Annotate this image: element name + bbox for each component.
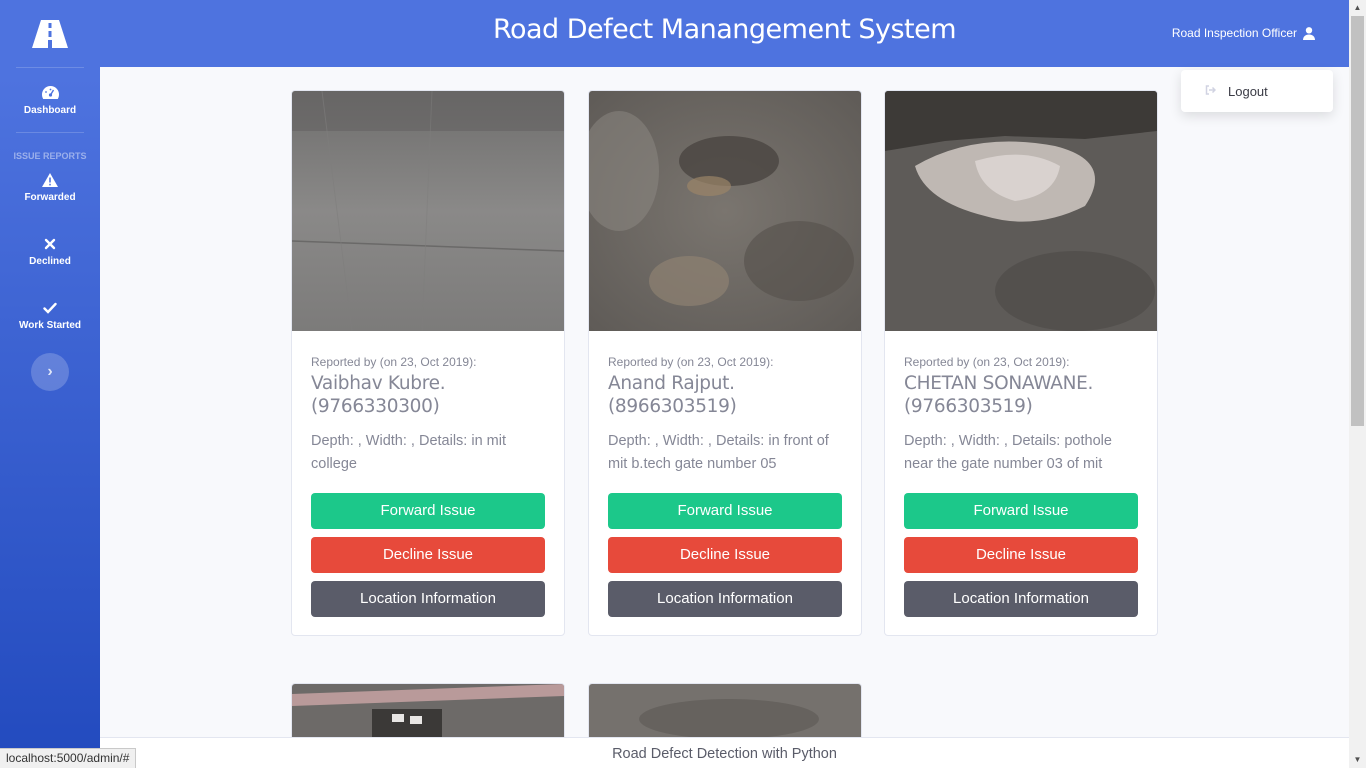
- issue-card: [588, 683, 862, 743]
- check-icon: [4, 301, 96, 317]
- issue-card: [291, 683, 565, 743]
- issue-details: Depth: , Width: , Details: in mit colleg…: [311, 433, 507, 472]
- brand-link[interactable]: [0, 0, 100, 67]
- user-name: Road Inspection Officer: [1171, 26, 1297, 40]
- forward-issue-button[interactable]: Forward Issue: [311, 493, 545, 529]
- issue-card: Reported by (on 23, Oct 2019): Vaibhav K…: [291, 90, 565, 636]
- road-photo: [292, 91, 564, 331]
- footer: Road Defect Detection with Python: [100, 737, 1349, 768]
- user-icon: [1303, 26, 1315, 40]
- location-information-button[interactable]: Location Information: [311, 581, 545, 617]
- forward-issue-button[interactable]: Forward Issue: [608, 493, 842, 529]
- sidebar: Dashboard ISSUE REPORTS Forwarded Declin…: [0, 0, 100, 768]
- sidebar-item-label: Dashboard: [23, 105, 77, 116]
- sidebar-item-label: Forwarded: [24, 192, 76, 203]
- app-title: Road Defect Manangement System: [492, 14, 957, 45]
- road-photo: [885, 91, 1157, 331]
- sidebar-toggle-button[interactable]: ›: [31, 353, 69, 391]
- sidebar-item-dashboard[interactable]: Dashboard: [0, 68, 100, 124]
- decline-issue-button[interactable]: Decline Issue: [311, 537, 545, 573]
- issue-details: Depth: , Width: , Details: in front of m…: [608, 433, 829, 472]
- sidebar-item-label: Work Started: [18, 320, 82, 331]
- road-photo: [589, 684, 861, 742]
- road-icon: [32, 19, 68, 48]
- reported-by-label: Reported by (on 23, Oct 2019):: [608, 355, 774, 369]
- decline-issue-button[interactable]: Decline Issue: [608, 537, 842, 573]
- issue-card: Reported by (on 23, Oct 2019): CHETAN SO…: [884, 90, 1158, 636]
- scroll-down-arrow-icon[interactable]: ▼: [1349, 752, 1366, 768]
- location-information-button[interactable]: Location Information: [904, 581, 1138, 617]
- tachometer-icon: [4, 86, 96, 102]
- reporter-phone: (9766330300): [311, 396, 440, 417]
- sidebar-item-label: Declined: [29, 256, 71, 267]
- road-photo: [292, 684, 564, 742]
- scrollbar-thumb[interactable]: [1351, 16, 1364, 426]
- sign-out-icon: [1205, 84, 1217, 98]
- reporter-name: CHETAN SONAWANE.: [904, 373, 1094, 394]
- topbar: Road Defect Manangement System Road Insp…: [100, 0, 1349, 67]
- reporter-phone: (8966303519): [608, 396, 737, 417]
- issue-card: Reported by (on 23, Oct 2019): Anand Raj…: [588, 90, 862, 636]
- sidebar-item-work-started[interactable]: Work Started: [0, 275, 100, 339]
- reporter-name: Anand Rajput.: [608, 373, 735, 394]
- sidebar-item-forwarded[interactable]: Forwarded: [0, 169, 100, 211]
- reporter-phone: (9766303519): [904, 396, 1033, 417]
- sidebar-item-declined[interactable]: Declined: [0, 211, 100, 275]
- reported-by-label: Reported by (on 23, Oct 2019):: [904, 355, 1070, 369]
- logout-menu-item[interactable]: Logout: [1181, 70, 1333, 112]
- page-scrollbar[interactable]: ▲ ▼: [1349, 0, 1366, 768]
- road-photo: [589, 91, 861, 331]
- user-dropdown-toggle[interactable]: Road Inspection Officer: [1172, 26, 1315, 40]
- footer-text: Road Defect Detection with Python: [612, 746, 837, 762]
- scroll-up-arrow-icon[interactable]: ▲: [1349, 0, 1366, 16]
- location-information-button[interactable]: Location Information: [608, 581, 842, 617]
- sidebar-heading: ISSUE REPORTS: [13, 151, 87, 161]
- times-icon: [4, 237, 96, 253]
- reported-by-label: Reported by (on 23, Oct 2019):: [311, 355, 477, 369]
- issue-details: Depth: , Width: , Details: pothole near …: [904, 433, 1112, 472]
- logout-label: Logout: [1228, 83, 1268, 99]
- forward-issue-button[interactable]: Forward Issue: [904, 493, 1138, 529]
- decline-issue-button[interactable]: Decline Issue: [904, 537, 1138, 573]
- browser-status-url: localhost:5000/admin/#: [0, 748, 137, 768]
- reporter-name: Vaibhav Kubre.: [311, 373, 446, 394]
- warning-icon: [4, 173, 96, 189]
- chevron-right-icon: ›: [47, 363, 53, 380]
